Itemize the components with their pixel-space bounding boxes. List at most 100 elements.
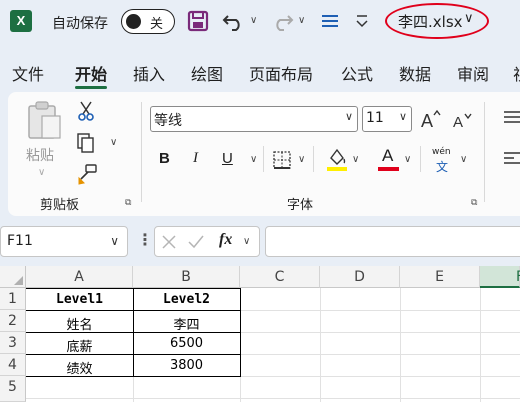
tab-formulas[interactable]: 公式 — [341, 61, 373, 85]
tab-review[interactable]: 审阅 — [457, 61, 489, 85]
cell-B1[interactable]: Level2 — [133, 292, 240, 307]
font-size-select[interactable]: 11 ∨ — [362, 106, 412, 132]
phonetic-dropdown-icon[interactable]: ∨ — [460, 154, 467, 165]
more-options-icon[interactable]: ⋮ — [137, 230, 153, 249]
borders-icon[interactable] — [272, 150, 292, 170]
tab-draw[interactable]: 绘图 — [191, 61, 223, 85]
svg-text:A: A — [453, 114, 463, 130]
format-painter-icon[interactable] — [76, 163, 98, 185]
borders-dropdown-icon[interactable]: ∨ — [298, 154, 305, 165]
column-header[interactable]: B — [133, 266, 240, 288]
row-header[interactable]: 4 — [0, 354, 26, 376]
excel-app-icon: X — [10, 10, 32, 32]
tab-insert[interactable]: 插入 — [133, 61, 165, 85]
tab-data[interactable]: 数据 — [399, 61, 431, 85]
paste-icon[interactable] — [26, 100, 64, 142]
cancel-icon[interactable] — [161, 234, 177, 250]
phonetic-guide-button[interactable]: wén 文 — [432, 147, 456, 174]
column-header[interactable]: C — [240, 266, 320, 288]
tab-page-layout[interactable]: 页面布局 — [249, 61, 313, 85]
enter-icon[interactable] — [187, 234, 205, 250]
cell-B3[interactable]: 6500 — [133, 336, 240, 351]
touch-mode-icon[interactable] — [320, 13, 340, 29]
fill-color-dropdown-icon[interactable]: ∨ — [352, 154, 359, 165]
underline-button[interactable]: U — [222, 150, 233, 167]
font-size-value: 11 — [366, 110, 384, 126]
highlight-annotation — [385, 3, 489, 39]
group-divider — [484, 102, 485, 202]
paste-dropdown-icon[interactable]: ∨ — [38, 167, 45, 178]
autosave-toggle[interactable]: 关 — [121, 9, 175, 34]
divider — [420, 146, 421, 172]
column-header[interactable]: E — [400, 266, 480, 288]
cut-icon[interactable] — [76, 100, 96, 122]
gridline — [480, 288, 481, 402]
insert-function-button[interactable]: fx — [219, 231, 232, 249]
tab-home[interactable]: 开始 — [75, 61, 107, 85]
active-tab-indicator — [75, 86, 107, 89]
clipboard-group-label: 剪贴板 — [40, 198, 80, 213]
column-header[interactable]: D — [320, 266, 400, 288]
save-icon[interactable] — [187, 10, 209, 32]
ribbon-tabs: 文件 开始 插入 绘图 页面布局 公式 数据 审阅 视 — [0, 52, 520, 89]
cell-B2[interactable]: 李四 — [133, 314, 240, 333]
toggle-knob — [126, 14, 141, 29]
spreadsheet-grid: A B C D E F 1 2 3 4 5 Level1 Level2 姓名 李… — [0, 266, 520, 402]
font-color-letter: A — [382, 146, 394, 165]
paste-label[interactable]: 粘贴 — [26, 145, 54, 165]
cell-A2[interactable]: 姓名 — [26, 314, 133, 333]
font-color-bar — [378, 167, 399, 171]
phonetic-char: 文 — [436, 160, 449, 174]
bold-button[interactable]: B — [159, 150, 170, 167]
function-dropdown-icon[interactable]: ∨ — [243, 236, 250, 247]
font-name-select[interactable]: 等线 ∨ — [150, 106, 358, 132]
tab-file[interactable]: 文件 — [12, 61, 44, 85]
chevron-down-icon: ∨ — [398, 110, 407, 123]
font-color-button[interactable]: A — [378, 146, 400, 172]
phonetic-pinyin: wén — [432, 147, 451, 157]
undo-dropdown-icon[interactable]: ∨ — [250, 15, 257, 26]
title-bar: X 自动保存 关 ∨ ∨ 李四.xlsx ∨ — [0, 0, 520, 44]
gridline — [400, 288, 401, 402]
row-header[interactable]: 1 — [0, 288, 26, 310]
copy-dropdown-icon[interactable]: ∨ — [110, 137, 117, 148]
autosave-state: 关 — [150, 17, 164, 32]
autosave-label: 自动保存 — [52, 16, 108, 32]
row-header[interactable]: 3 — [0, 332, 26, 354]
align-top-icon[interactable] — [502, 110, 520, 124]
cell-B4[interactable]: 3800 — [133, 358, 240, 373]
cell-A4[interactable]: 绩效 — [26, 358, 133, 377]
name-box[interactable]: F11 ∨ — [0, 226, 128, 257]
gridline — [320, 288, 321, 402]
select-all-corner[interactable] — [0, 266, 26, 288]
gridline — [26, 398, 520, 399]
undo-icon[interactable] — [222, 10, 246, 32]
column-header-selected[interactable]: F — [480, 266, 520, 288]
font-name-value: 等线 — [154, 113, 182, 129]
tab-view[interactable]: 视 — [513, 61, 520, 85]
fill-color-bar — [327, 167, 347, 171]
column-header[interactable]: A — [26, 266, 133, 288]
font-color-dropdown-icon[interactable]: ∨ — [404, 154, 411, 165]
row-header[interactable]: 5 — [0, 376, 26, 402]
fill-color-icon[interactable] — [326, 146, 348, 172]
redo-icon[interactable] — [270, 10, 294, 32]
formula-bar: F11 ∨ ⋮ fx ∨ — [0, 224, 520, 260]
row-header[interactable]: 2 — [0, 310, 26, 332]
font-launcher-icon[interactable]: ⧉ — [471, 198, 477, 208]
italic-button[interactable]: I — [193, 150, 198, 167]
underline-dropdown-icon[interactable]: ∨ — [250, 154, 257, 165]
cell-A1[interactable]: Level1 — [26, 292, 133, 307]
clipboard-launcher-icon[interactable]: ⧉ — [125, 198, 131, 208]
grow-font-icon[interactable]: A — [420, 108, 442, 130]
copy-icon[interactable] — [76, 132, 96, 154]
chevron-down-icon: ∨ — [110, 234, 119, 248]
cell-A3[interactable]: 底薪 — [26, 336, 133, 355]
shrink-font-icon[interactable]: A — [452, 110, 474, 130]
align-left-icon[interactable] — [502, 151, 520, 167]
redo-dropdown-icon[interactable]: ∨ — [298, 15, 305, 26]
formula-input[interactable] — [265, 226, 520, 257]
customize-toolbar-icon[interactable] — [355, 13, 369, 29]
chevron-down-icon: ∨ — [344, 110, 353, 123]
svg-text:A: A — [421, 111, 433, 130]
